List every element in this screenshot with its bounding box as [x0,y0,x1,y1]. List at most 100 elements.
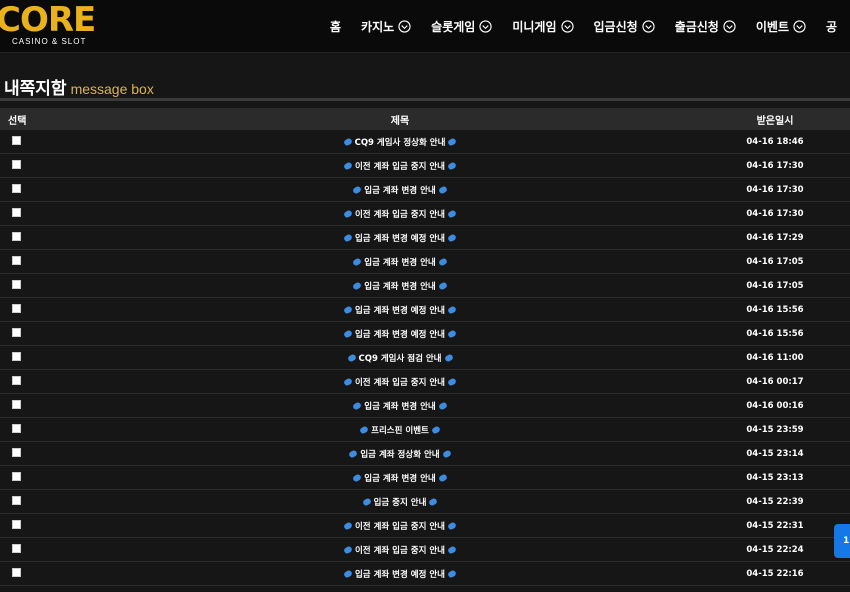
message-link[interactable]: CQ9 게임사 점검 안내 [345,352,456,364]
row-checkbox[interactable] [12,399,21,409]
message-title: 입금 계좌 변경 안내 [364,281,436,292]
pill-icon [447,208,457,219]
row-date: 04-16 17:30 [746,184,804,195]
pill-icon [437,184,448,195]
row-date: 04-16 17:05 [746,256,804,267]
side-chat-tab[interactable]: 1: [834,524,850,558]
row-checkbox[interactable] [12,471,21,481]
row-checkbox[interactable] [12,447,21,457]
message-link[interactable]: 이전 계좌 입금 중지 안내 [341,520,459,532]
message-link[interactable]: 이전 계좌 입금 중지 안내 [341,208,459,220]
message-link[interactable]: 프리스핀 이벤트 [357,424,443,436]
row-checkbox[interactable] [12,159,21,169]
row-checkbox[interactable] [12,135,21,145]
row-select-cell [0,279,40,292]
row-checkbox[interactable] [12,519,21,529]
message-title: 입금 계좌 변경 예정 안내 [354,305,446,316]
row-select-cell [0,351,40,364]
row-title-cell: 입금 계좌 변경 예정 안내 [40,328,720,340]
nav-item-7[interactable]: 공 [826,18,837,35]
message-link[interactable]: 입금 계좌 변경 예정 안내 [341,568,459,580]
row-checkbox[interactable] [12,207,21,217]
row-select-cell [0,255,40,268]
row-checkbox[interactable] [12,327,21,337]
page-title: 내쪽지함 message box [4,74,154,99]
message-title: 프리스핀 이벤트 [371,425,429,436]
chevron-down-icon [642,19,655,33]
nav-item-2[interactable]: 슬롯게임 [431,18,492,35]
site-logo[interactable]: CORE CASINO & SLOT [0,2,110,48]
row-title-cell: 프리스핀 이벤트 [40,424,720,436]
row-date: 04-16 00:16 [746,400,804,411]
pill-icon [343,568,353,579]
message-link[interactable]: 입금 계좌 변경 안내 [350,280,449,292]
row-checkbox[interactable] [12,567,21,577]
page-title-english: message box [70,81,154,97]
message-title: CQ9 게임사 점검 안내 [358,353,442,364]
row-date: 04-16 00:17 [746,376,804,387]
pill-icon [437,472,448,483]
table-row: 입금 계좌 변경 안내 04-16 00:16 [0,394,850,418]
row-checkbox[interactable] [12,279,21,289]
nav-item-0[interactable]: 홈 [330,18,341,35]
message-link[interactable]: 입금 계좌 변경 안내 [350,472,449,484]
row-title-cell: 입금 계좌 변경 안내 [40,472,720,484]
message-title: 이전 계좌 입금 중지 안내 [354,545,446,556]
message-title: 입금 계좌 정상화 안내 [360,449,440,460]
row-checkbox[interactable] [12,255,21,265]
nav-item-3[interactable]: 미니게임 [512,18,574,35]
row-checkbox[interactable] [12,423,21,433]
nav-item-6[interactable]: 이벤트 [756,18,806,35]
message-link[interactable]: CQ9 게임사 정상화 안내 [341,136,460,148]
message-link[interactable]: 이전 계좌 입금 중지 안내 [341,544,459,556]
pill-icon [443,352,454,363]
row-title-cell: 이전 계좌 입금 중지 안내 [40,544,720,556]
row-checkbox[interactable] [12,231,21,241]
message-link[interactable]: 입금 계좌 변경 예정 안내 [341,304,459,316]
header-date: 받은일시 [756,115,794,127]
message-link[interactable]: 입금 계좌 변경 안내 [350,256,449,268]
row-title-cell: 입금 계좌 변경 안내 [40,256,720,268]
table-header: 선택 제목 받은일시 [0,108,850,130]
message-link[interactable]: 이전 계좌 입금 중지 안내 [341,160,459,172]
row-title-cell: 입금 계좌 정상화 안내 [40,448,720,460]
message-title: 입금 계좌 변경 예정 안내 [354,329,446,340]
row-checkbox[interactable] [12,375,21,385]
row-checkbox[interactable] [12,303,21,313]
row-title-cell: 입금 계좌 변경 예정 안내 [40,304,720,316]
message-link[interactable]: 입금 계좌 변경 예정 안내 [341,328,459,340]
row-checkbox[interactable] [12,543,21,553]
row-select-cell [0,159,40,172]
pill-icon [447,328,457,339]
pill-icon [343,520,353,531]
message-link[interactable]: 입금 중지 안내 [360,496,441,508]
row-checkbox[interactable] [12,183,21,193]
nav-item-label: 미니게임 [512,19,557,34]
message-link[interactable]: 입금 계좌 정상화 안내 [346,448,453,460]
message-title: 입금 계좌 변경 안내 [364,185,436,196]
row-select-cell [0,447,40,460]
message-link[interactable]: 입금 계좌 변경 예정 안내 [341,232,459,244]
message-link[interactable]: 입금 계좌 변경 안내 [350,400,449,412]
nav-item-4[interactable]: 입금신청 [594,18,655,35]
message-title: 입금 계좌 변경 예정 안내 [354,233,446,244]
nav-item-1[interactable]: 카지노 [361,18,411,35]
pill-icon [441,448,452,459]
row-checkbox[interactable] [12,351,21,361]
nav-item-label: 슬롯게임 [431,19,476,34]
nav-item-label: 카지노 [361,19,395,34]
message-link[interactable]: 입금 계좌 변경 안내 [350,184,449,196]
row-select-cell [0,303,40,316]
row-title-cell: 입금 계좌 변경 안내 [40,184,720,196]
pill-icon [343,376,353,387]
message-link[interactable]: 이전 계좌 입금 중지 안내 [341,376,459,388]
row-title-cell: 입금 중지 안내 [40,496,720,508]
row-date: 04-16 17:30 [746,208,804,219]
message-title: CQ9 게임사 정상화 안내 [354,137,446,148]
table-row: 입금 계좌 변경 안내 04-16 17:05 [0,250,850,274]
nav-item-label: 공 [825,19,838,34]
row-checkbox[interactable] [12,495,21,505]
message-title: 이전 계좌 입금 중지 안내 [354,377,446,388]
message-title: 입금 계좌 변경 안내 [364,257,436,268]
nav-item-5[interactable]: 출금신청 [675,18,736,35]
